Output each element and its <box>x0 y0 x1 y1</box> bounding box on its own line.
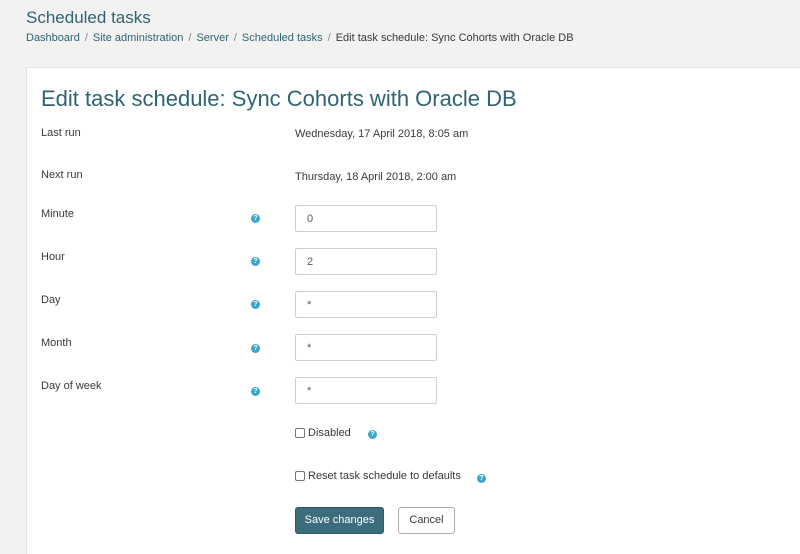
breadcrumb-site-administration[interactable]: Site administration <box>93 31 184 45</box>
disabled-help-icon[interactable]: ? <box>368 430 377 439</box>
minute-label: Minute <box>41 208 75 220</box>
reset-checkbox[interactable] <box>295 471 305 481</box>
month-input[interactable] <box>295 334 437 361</box>
disabled-checkbox-row[interactable]: Disabled <box>295 426 351 440</box>
breadcrumb-separator: / <box>84 32 88 44</box>
next-run-value: Thursday, 18 April 2018, 2:00 am <box>295 171 457 183</box>
hour-help-icon[interactable]: ? <box>251 257 260 266</box>
breadcrumb: Dashboard / Site administration / Server… <box>26 31 574 45</box>
minute-input[interactable] <box>295 205 437 232</box>
day-help-icon[interactable]: ? <box>251 300 260 309</box>
reset-checkbox-row[interactable]: Reset task schedule to defaults <box>295 469 461 483</box>
hour-input[interactable] <box>295 248 437 275</box>
day-of-week-help-icon[interactable]: ? <box>251 387 260 396</box>
day-input[interactable] <box>295 291 437 318</box>
disabled-checkbox[interactable] <box>295 428 305 438</box>
breadcrumb-scheduled-tasks[interactable]: Scheduled tasks <box>242 31 323 45</box>
breadcrumb-separator: / <box>188 32 192 44</box>
breadcrumb-current: Edit task schedule: Sync Cohorts with Or… <box>335 32 574 44</box>
reset-help-icon[interactable]: ? <box>477 474 486 483</box>
last-run-label: Last run <box>41 127 81 139</box>
cancel-button[interactable]: Cancel <box>398 507 455 534</box>
edit-schedule-card: Edit task schedule: Sync Cohorts with Or… <box>26 67 800 554</box>
save-changes-button[interactable]: Save changes <box>295 507 384 534</box>
reset-label: Reset task schedule to defaults <box>308 470 461 482</box>
next-run-label: Next run <box>41 169 83 181</box>
disabled-label: Disabled <box>308 427 351 439</box>
hour-label: Hour <box>41 251 65 263</box>
breadcrumb-separator: / <box>327 32 331 44</box>
breadcrumb-dashboard[interactable]: Dashboard <box>26 31 80 45</box>
breadcrumb-server[interactable]: Server <box>196 31 228 45</box>
form-heading: Edit task schedule: Sync Cohorts with Or… <box>41 86 517 111</box>
day-of-week-label: Day of week <box>41 380 102 392</box>
page-header: Scheduled tasks Dashboard / Site adminis… <box>26 8 574 45</box>
month-label: Month <box>41 337 72 349</box>
minute-help-icon[interactable]: ? <box>251 214 260 223</box>
month-help-icon[interactable]: ? <box>251 344 260 353</box>
breadcrumb-separator: / <box>233 32 237 44</box>
day-of-week-input[interactable] <box>295 377 437 404</box>
last-run-value: Wednesday, 17 April 2018, 8:05 am <box>295 128 469 140</box>
page-title: Scheduled tasks <box>26 8 151 27</box>
day-label: Day <box>41 294 61 306</box>
